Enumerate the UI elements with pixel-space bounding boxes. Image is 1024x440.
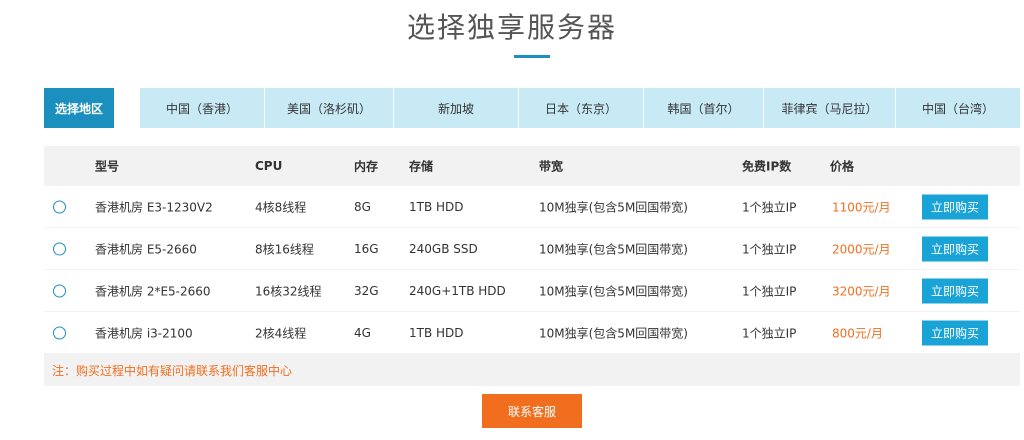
- buy-now-button[interactable]: 立即购买: [922, 278, 988, 303]
- row-price: 3200元/月: [832, 284, 891, 298]
- server-table: 型号 CPU 内存 存储 带宽 免费IP数 价格 香港机房 E3-1230V2 …: [44, 146, 1020, 386]
- row-storage: 240GB SSD: [409, 241, 478, 256]
- title-underline: [514, 55, 550, 58]
- row-price: 1100元/月: [832, 200, 891, 214]
- row-bandwidth: 10M独享(包含5M回国带宽): [539, 326, 688, 340]
- row-model: 香港机房 2*E5-2660: [95, 284, 211, 298]
- contact-support-button[interactable]: 联系客服: [482, 394, 582, 428]
- row-free-ip: 1个独立IP: [742, 326, 797, 340]
- header-model: 型号: [95, 159, 120, 174]
- row-price: 800元/月: [832, 326, 883, 340]
- header-cpu: CPU: [255, 159, 283, 173]
- region-tab-tokyo[interactable]: 日本（东京）: [518, 88, 643, 128]
- header-price: 价格: [830, 159, 855, 174]
- region-tab-singapore[interactable]: 新加坡: [393, 88, 518, 128]
- header-free-ip: 免费IP数: [742, 159, 792, 174]
- row-cpu: 16核32线程: [255, 284, 322, 298]
- row-select-radio[interactable]: [53, 242, 66, 255]
- row-model: 香港机房 i3-2100: [95, 326, 193, 340]
- row-bandwidth: 10M独享(包含5M回国带宽): [539, 284, 688, 298]
- region-tab-seoul[interactable]: 韩国（首尔）: [643, 88, 763, 128]
- buy-now-button[interactable]: 立即购买: [922, 194, 988, 219]
- table-row: 香港机房 E5-2660 8核16线程 16G 240GB SSD 10M独享(…: [44, 228, 1020, 269]
- row-memory: 8G: [354, 199, 371, 214]
- header-memory: 内存: [354, 159, 379, 174]
- header-storage: 存储: [409, 159, 434, 174]
- row-free-ip: 1个独立IP: [742, 242, 797, 256]
- row-storage: 240G+1TB HDD: [409, 283, 506, 298]
- row-memory: 16G: [354, 241, 379, 256]
- row-storage: 1TB HDD: [409, 325, 464, 340]
- row-free-ip: 1个独立IP: [742, 284, 797, 298]
- table-row: 香港机房 2*E5-2660 16核32线程 32G 240G+1TB HDD …: [44, 270, 1020, 311]
- buy-now-button[interactable]: 立即购买: [922, 320, 988, 345]
- row-model: 香港机房 E3-1230V2: [95, 200, 213, 214]
- region-label: 选择地区: [44, 88, 114, 128]
- region-tab-los-angeles[interactable]: 美国（洛杉矶）: [264, 88, 393, 128]
- page-title: 选择独享服务器: [406, 11, 617, 44]
- row-bandwidth: 10M独享(包含5M回国带宽): [539, 242, 688, 256]
- row-cpu: 8核16线程: [255, 242, 314, 256]
- buy-now-button[interactable]: 立即购买: [922, 236, 988, 261]
- row-free-ip: 1个独立IP: [742, 200, 797, 214]
- row-select-radio[interactable]: [53, 284, 66, 297]
- region-tabs: 中国（香港） 美国（洛杉矶） 新加坡 日本（东京） 韩国（首尔） 菲律宾（马尼拉…: [140, 88, 1020, 128]
- header-bandwidth: 带宽: [539, 159, 564, 174]
- region-tab-taiwan[interactable]: 中国（台湾）: [895, 88, 1020, 128]
- region-tab-manila[interactable]: 菲律宾（马尼拉）: [763, 88, 895, 128]
- table-row: 香港机房 E3-1230V2 4核8线程 8G 1TB HDD 10M独享(包含…: [44, 186, 1020, 227]
- table-header: 型号 CPU 内存 存储 带宽 免费IP数 价格: [44, 146, 1020, 186]
- row-select-radio[interactable]: [53, 326, 66, 339]
- region-tab-hongkong[interactable]: 中国（香港）: [140, 88, 264, 128]
- row-memory: 32G: [354, 283, 379, 298]
- row-model: 香港机房 E5-2660: [95, 242, 197, 256]
- region-selector: 选择地区 中国（香港） 美国（洛杉矶） 新加坡 日本（东京） 韩国（首尔） 菲律…: [44, 88, 1020, 128]
- row-price: 2000元/月: [832, 242, 891, 256]
- row-storage: 1TB HDD: [409, 199, 464, 214]
- table-row: 香港机房 i3-2100 2核4线程 4G 1TB HDD 10M独享(包含5M…: [44, 312, 1020, 353]
- row-bandwidth: 10M独享(包含5M回国带宽): [539, 200, 688, 214]
- row-select-radio[interactable]: [53, 200, 66, 213]
- row-memory: 4G: [354, 325, 371, 340]
- row-cpu: 2核4线程: [255, 326, 307, 340]
- purchase-note: 注：购买过程中如有疑问请联系我们客服中心: [52, 364, 293, 378]
- row-cpu: 4核8线程: [255, 200, 307, 214]
